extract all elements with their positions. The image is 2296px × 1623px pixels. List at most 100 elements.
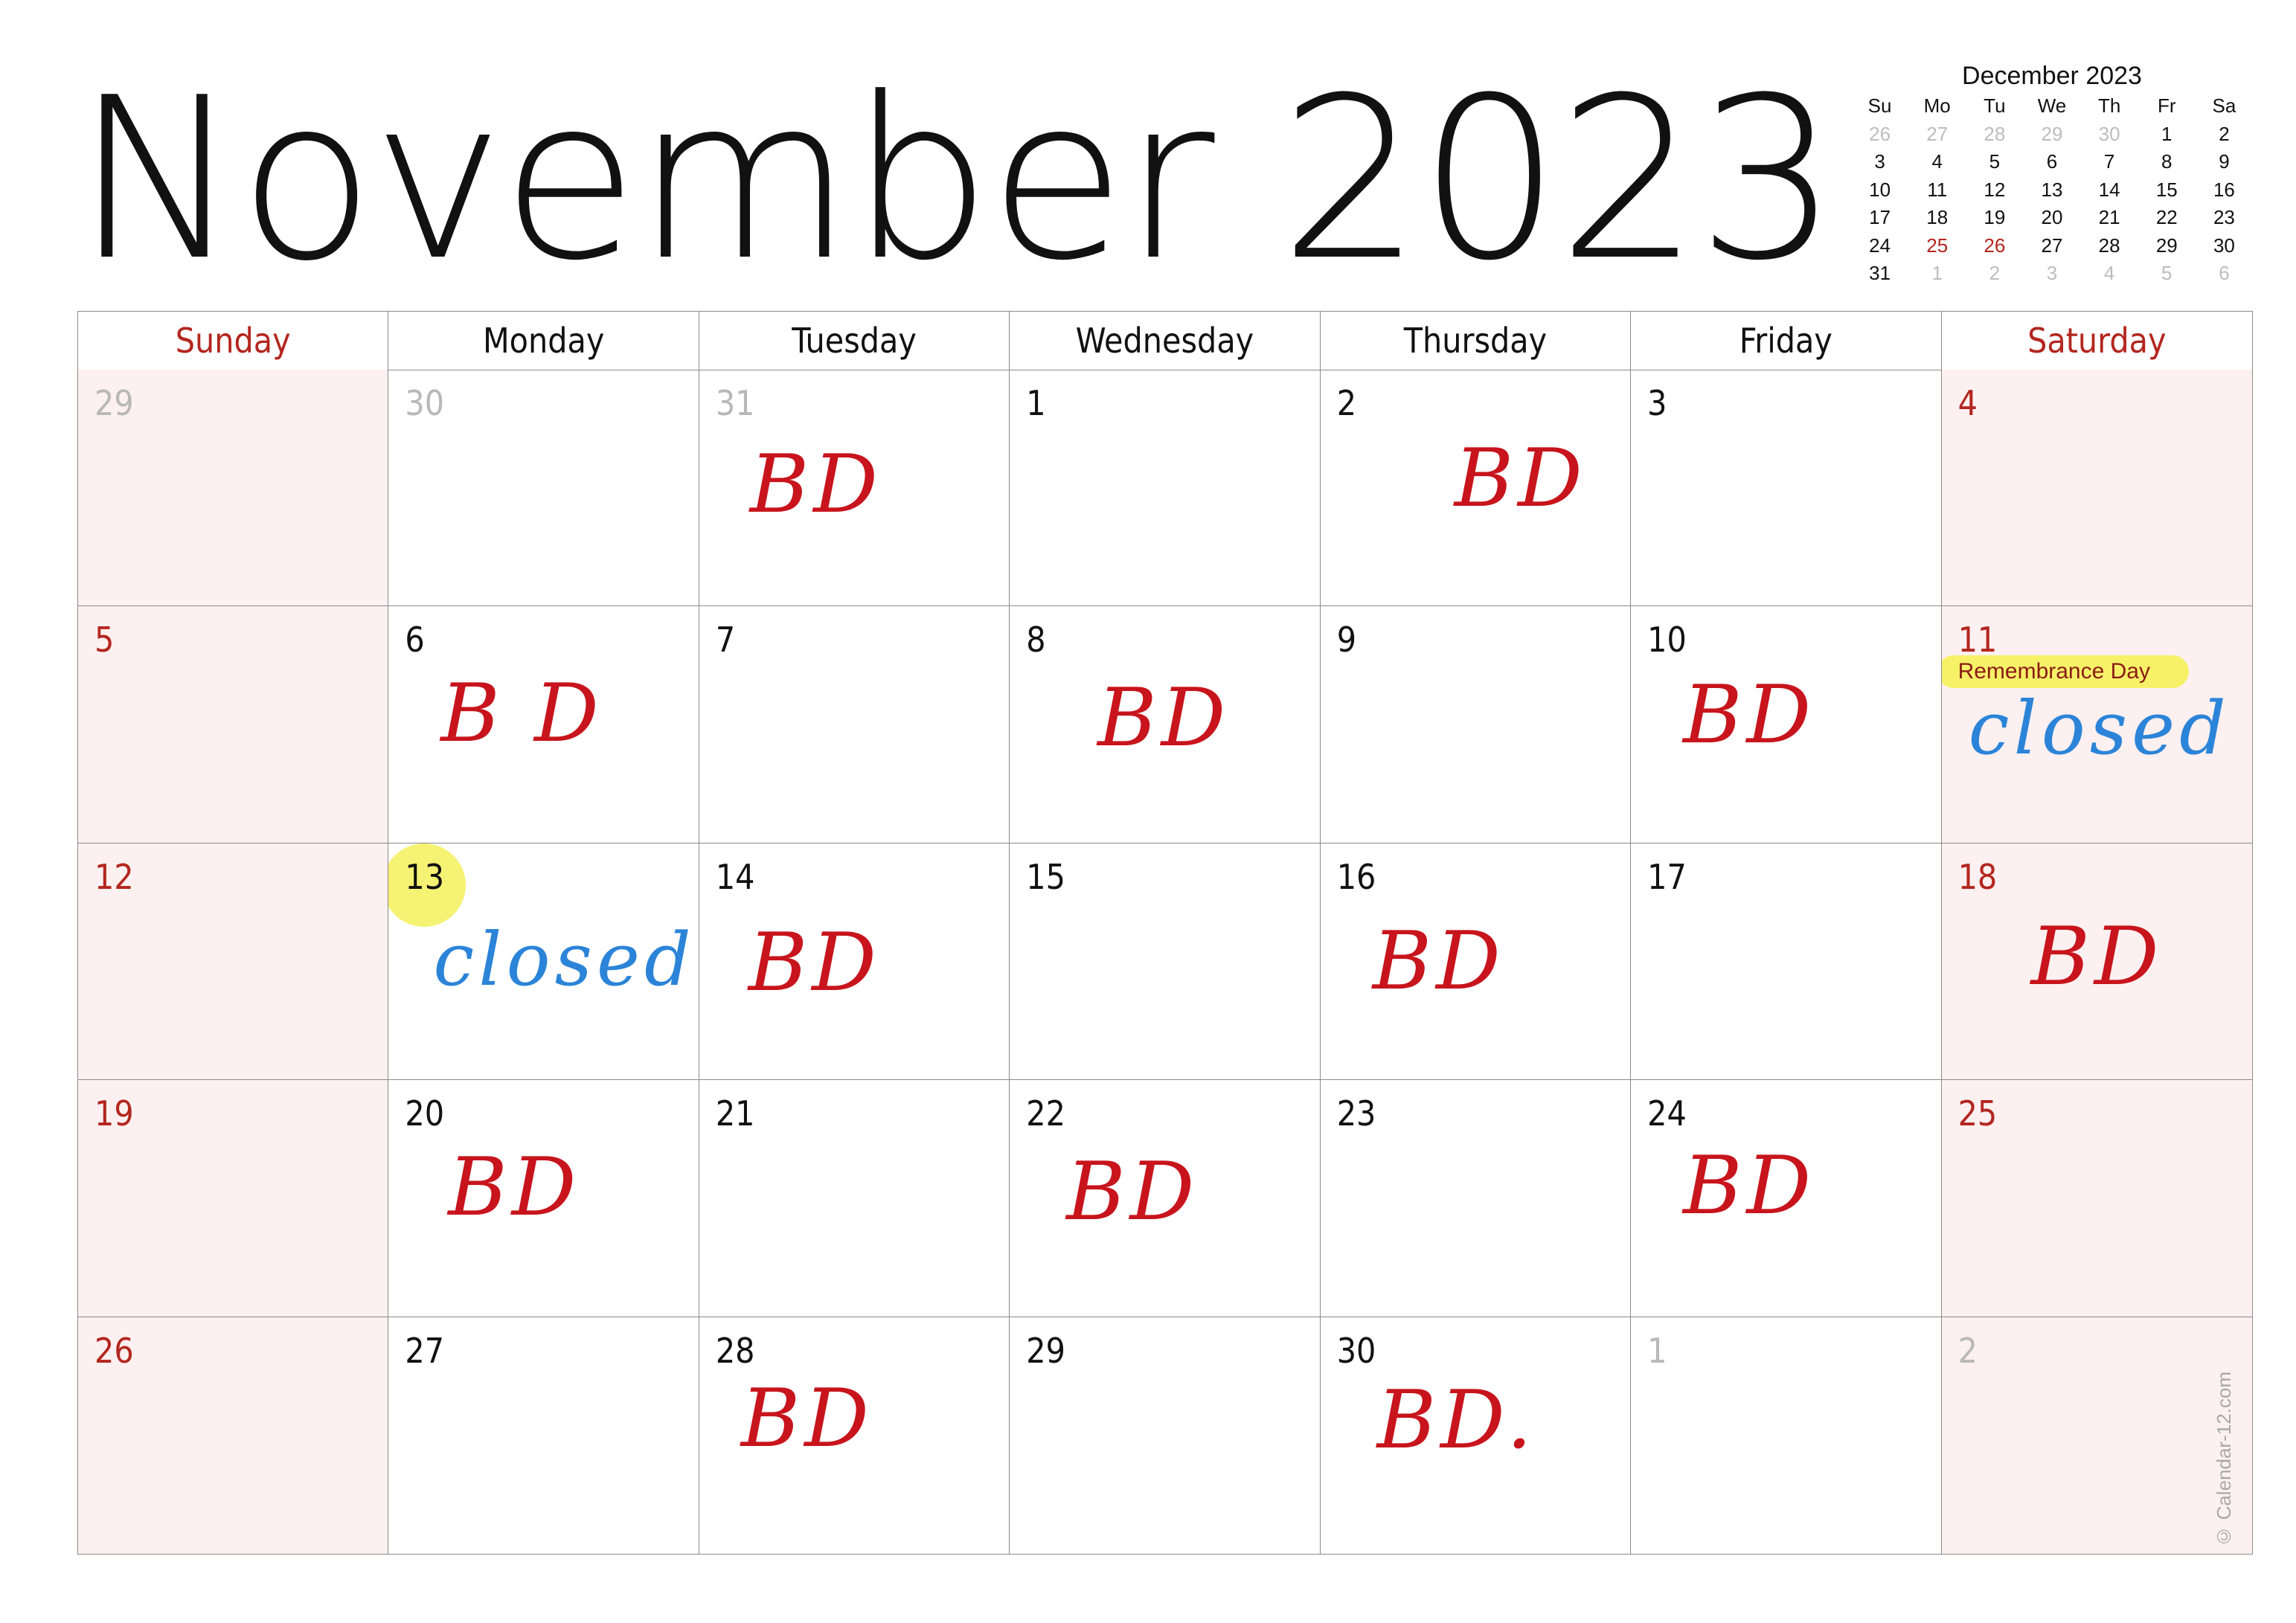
mini-day[interactable]: 5 xyxy=(1966,148,2023,176)
mini-day[interactable]: 30 xyxy=(2196,232,2253,260)
mini-day[interactable]: 5 xyxy=(2138,260,2196,288)
day-cell[interactable]: 15 xyxy=(1010,843,1321,1081)
mini-day[interactable]: 7 xyxy=(2081,148,2138,176)
day-cell[interactable]: 19 xyxy=(78,1080,389,1317)
day-cell[interactable]: 22 BD xyxy=(1010,1080,1321,1317)
day-cell[interactable]: 2 BD xyxy=(1320,370,1632,607)
day-cell[interactable]: 9 xyxy=(1320,606,1632,843)
day-number: 1 xyxy=(1026,383,1046,423)
mini-day[interactable]: 28 xyxy=(1966,120,2023,149)
mini-day[interactable]: 2 xyxy=(2196,120,2253,149)
day-cell[interactable]: 13 closed xyxy=(388,843,699,1081)
mini-day[interactable]: 19 xyxy=(1966,204,2023,232)
day-cell[interactable]: 17 xyxy=(1631,843,1942,1081)
day-number: 4 xyxy=(1957,383,1978,423)
day-cell[interactable]: 1 xyxy=(1631,1317,1942,1554)
mini-day[interactable]: 13 xyxy=(2023,176,2080,205)
mini-day[interactable]: 18 xyxy=(1908,204,1966,232)
day-cell[interactable]: 30 BD. xyxy=(1321,1317,1632,1554)
day-cell[interactable]: 28 BD xyxy=(699,1317,1010,1554)
day-cell[interactable]: 31 BD xyxy=(699,370,1010,607)
mini-day[interactable]: 4 xyxy=(1908,148,1966,176)
mini-day[interactable]: 12 xyxy=(1966,176,2023,205)
holiday-label: Remembrance Day xyxy=(1941,655,2189,689)
day-cell[interactable]: 6 B D xyxy=(388,606,699,843)
day-number: 3 xyxy=(1647,383,1667,423)
mini-day[interactable]: 31 xyxy=(1851,260,1908,288)
mini-day[interactable]: 1 xyxy=(2138,120,2196,149)
month-grid: Sunday Monday Tuesday Wednesday Thursday Frid… xyxy=(77,311,2253,1555)
mini-calendar-december: December 2023 Su Mo Tu We Th Fr Sa 26 27 28 29 30 1 2… xyxy=(1851,60,2253,288)
day-number: 18 xyxy=(1957,856,1998,897)
handwritten-closed-note: closed xyxy=(433,917,696,1003)
day-cell[interactable]: 23 xyxy=(1320,1080,1632,1317)
mini-day[interactable]: 14 xyxy=(2081,176,2138,205)
mini-weekday-label: Mo xyxy=(1923,94,1951,117)
day-number: 27 xyxy=(405,1330,445,1371)
day-cell[interactable]: 11 Remembrance Day closed xyxy=(1941,606,2252,843)
mini-day[interactable]: 6 xyxy=(2196,260,2253,288)
mini-day[interactable]: 3 xyxy=(1851,148,1908,176)
mini-day[interactable]: 29 xyxy=(2023,120,2080,149)
day-cell[interactable]: 21 xyxy=(699,1080,1010,1317)
mini-day[interactable]: 23 xyxy=(2196,204,2253,232)
day-number: 5 xyxy=(94,620,115,661)
day-cell[interactable]: 18 BD xyxy=(1941,843,2252,1081)
day-cell[interactable]: 8 BD xyxy=(1010,606,1321,843)
day-cell[interactable]: 30 xyxy=(388,370,699,607)
day-number: 19 xyxy=(94,1093,134,1134)
mini-day[interactable]: 1 xyxy=(1908,260,1966,288)
day-cell[interactable]: 5 xyxy=(78,606,389,843)
day-cell[interactable]: 24 BD xyxy=(1631,1080,1942,1317)
day-cell[interactable]: 1 xyxy=(1010,370,1321,607)
mini-day[interactable]: 27 xyxy=(2023,232,2080,260)
day-cell[interactable]: 2 © Calendar-12.com xyxy=(1941,1317,2252,1554)
day-cell[interactable]: 29 xyxy=(78,370,389,607)
day-number: 21 xyxy=(715,1093,755,1134)
mini-day[interactable]: 9 xyxy=(2196,148,2253,176)
day-number: 30 xyxy=(405,383,445,423)
day-cell[interactable]: 7 xyxy=(699,606,1010,843)
mini-day[interactable]: 21 xyxy=(2081,204,2138,232)
mini-day[interactable]: 28 xyxy=(2081,232,2138,260)
mini-day[interactable]: 11 xyxy=(1908,176,1966,205)
mini-day[interactable]: 10 xyxy=(1851,176,1908,205)
mini-day[interactable]: 3 xyxy=(2023,260,2080,288)
mini-day[interactable]: 26 xyxy=(1851,120,1908,149)
day-number: 25 xyxy=(1957,1093,1998,1134)
mini-day[interactable]: 8 xyxy=(2138,148,2196,176)
day-cell[interactable]: 29 xyxy=(1010,1317,1321,1554)
mini-day[interactable]: 17 xyxy=(1851,204,1908,232)
day-number: 26 xyxy=(94,1330,134,1371)
mini-day[interactable]: 30 xyxy=(2081,120,2138,149)
day-cell[interactable]: 25 xyxy=(1941,1080,2252,1317)
mini-day[interactable]: 27 xyxy=(1908,120,1966,149)
day-cell[interactable]: 20 BD xyxy=(388,1080,699,1317)
mini-day[interactable]: 26 xyxy=(1966,232,2023,260)
mini-day[interactable]: 4 xyxy=(2081,260,2138,288)
day-number: 7 xyxy=(715,620,736,661)
handwritten-bd-note: BD xyxy=(2030,910,2164,1003)
mini-day[interactable]: 29 xyxy=(2138,232,2196,260)
handwritten-bd-note: BD xyxy=(1683,669,1816,762)
handwritten-bd-note: BD xyxy=(448,1141,581,1235)
day-cell[interactable]: 16 BD xyxy=(1320,843,1632,1081)
day-number: 2 xyxy=(1336,383,1357,423)
day-cell[interactable]: 26 xyxy=(78,1317,389,1554)
day-cell[interactable]: 14 BD xyxy=(699,843,1010,1081)
mini-day[interactable]: 15 xyxy=(2138,176,2196,205)
mini-day[interactable]: 2 xyxy=(1966,260,2023,288)
day-cell[interactable]: 3 xyxy=(1631,370,1942,607)
mini-day[interactable]: 22 xyxy=(2138,204,2196,232)
handwritten-bd-note: BD xyxy=(1372,914,1505,1008)
day-cell[interactable]: 10 BD xyxy=(1631,606,1942,843)
day-cell[interactable]: 27 xyxy=(388,1317,699,1554)
mini-day[interactable]: 24 xyxy=(1851,232,1908,260)
day-cell[interactable]: 12 xyxy=(78,843,389,1081)
mini-day[interactable]: 6 xyxy=(2023,148,2080,176)
day-cell[interactable]: 4 xyxy=(1941,370,2252,607)
mini-day[interactable]: 16 xyxy=(2196,176,2253,205)
mini-day[interactable]: 20 xyxy=(2023,204,2080,232)
day-number: 11 xyxy=(1957,620,1998,661)
mini-day[interactable]: 25 xyxy=(1908,232,1966,260)
